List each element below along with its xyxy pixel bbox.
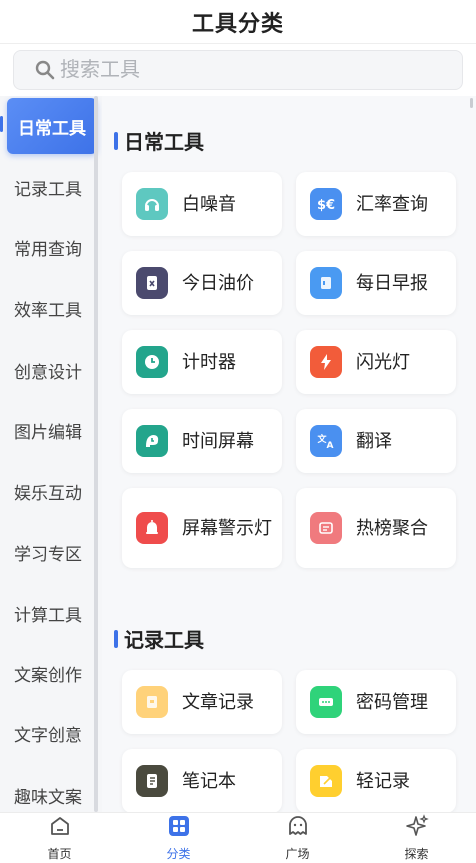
tool-card-exchange-rate[interactable]: $€ 汇率查询	[296, 172, 456, 236]
category-sidebar: 日常工具 记录工具 常用查询 效率工具 创意设计 图片编辑 娱乐互动 学习专区 …	[0, 96, 102, 812]
sidebar-item-text-creative[interactable]: 文字创意	[0, 705, 96, 761]
category-grid-icon	[167, 814, 191, 843]
sidebar-item-label: 记录工具	[14, 179, 82, 199]
tool-label: 文章记录	[182, 692, 254, 712]
flash-icon	[310, 346, 342, 378]
tool-card-white-noise[interactable]: 白噪音	[122, 172, 282, 236]
tab-label: 分类	[166, 847, 191, 861]
sidebar-item-label: 日常工具	[18, 118, 86, 138]
tab-category[interactable]: 分类	[119, 813, 238, 863]
section-accent-bar	[114, 131, 118, 150]
tab-square[interactable]: 广场	[238, 813, 357, 863]
tool-card-time-screen[interactable]: 时间屏幕	[122, 409, 282, 473]
tool-card-oil-price[interactable]: 今日油价	[122, 251, 282, 315]
tool-label: 时间屏幕	[182, 431, 254, 451]
sidebar-item-efficiency-tools[interactable]: 效率工具	[0, 280, 96, 336]
translate-icon: 文A	[310, 425, 342, 457]
bottom-tab-bar: 首页 分类 广场 探索	[0, 812, 476, 863]
tool-card-timer[interactable]: 计时器	[122, 330, 282, 394]
fuel-icon	[136, 267, 168, 299]
tab-label: 探索	[404, 847, 429, 861]
section-title-record: 记录工具	[114, 624, 204, 653]
tool-card-screen-alert[interactable]: 屏幕警示灯	[122, 488, 282, 568]
svg-text:A: A	[327, 441, 334, 451]
sidebar-item-label: 娱乐互动	[14, 483, 82, 503]
search-icon	[34, 59, 56, 81]
tool-label: 计时器	[182, 352, 236, 372]
light-note-icon	[310, 765, 342, 797]
sidebar-item-calculator-tools[interactable]: 计算工具	[0, 585, 96, 641]
newspaper-icon	[310, 267, 342, 299]
sidebar-item-label: 计算工具	[14, 605, 82, 625]
sidebar-scrollbar[interactable]	[94, 96, 98, 812]
clock-icon	[136, 346, 168, 378]
sidebar-item-entertainment[interactable]: 娱乐互动	[0, 463, 96, 519]
sidebar-item-label: 文案创作	[14, 665, 82, 685]
tool-card-light-note[interactable]: 轻记录	[296, 749, 456, 812]
tool-card-hot-list[interactable]: 热榜聚合	[296, 488, 456, 568]
sidebar-item-image-edit[interactable]: 图片编辑	[0, 402, 96, 458]
content-scrollbar[interactable]	[470, 98, 473, 108]
sidebar-item-label: 创意设计	[14, 362, 82, 382]
tool-label: 轻记录	[356, 771, 410, 791]
tool-card-daily-news[interactable]: 每日早报	[296, 251, 456, 315]
tab-home[interactable]: 首页	[0, 813, 119, 863]
headphones-icon	[136, 188, 168, 220]
tool-label: 密码管理	[356, 692, 428, 712]
sidebar-item-copywriting[interactable]: 文案创作	[0, 645, 96, 701]
tool-label: 每日早报	[356, 273, 428, 293]
sidebar-item-label: 文字创意	[14, 725, 82, 745]
sidebar-item-study-zone[interactable]: 学习专区	[0, 524, 96, 580]
svg-text:$€: $€	[317, 198, 335, 213]
hot-list-icon	[310, 512, 342, 544]
notebook-icon	[136, 765, 168, 797]
sidebar-item-fun-copy[interactable]: 趣味文案	[0, 767, 96, 812]
password-icon	[310, 686, 342, 718]
currency-icon: $€	[310, 188, 342, 220]
sidebar-item-common-query[interactable]: 常用查询	[0, 219, 96, 275]
home-icon	[48, 814, 72, 843]
tool-card-article-record[interactable]: 文章记录	[122, 670, 282, 734]
time-screen-icon	[136, 425, 168, 457]
tool-label: 今日油价	[182, 273, 254, 293]
tab-explore[interactable]: 探索	[357, 813, 476, 863]
article-icon	[136, 686, 168, 718]
section-accent-bar	[114, 629, 118, 648]
tool-card-notebook[interactable]: 笔记本	[122, 749, 282, 812]
page-title: 工具分类	[191, 10, 284, 36]
section-title-daily: 日常工具	[114, 126, 204, 155]
sidebar-item-label: 常用查询	[14, 239, 82, 259]
tool-label: 翻译	[356, 431, 392, 451]
sidebar-item-label: 学习专区	[14, 544, 82, 564]
tool-label: 屏幕警示灯	[182, 518, 272, 538]
sidebar-item-label: 图片编辑	[14, 422, 82, 442]
ghost-icon	[286, 814, 310, 843]
sidebar-item-record-tools[interactable]: 记录工具	[0, 159, 96, 215]
sidebar-item-creative-design[interactable]: 创意设计	[0, 342, 96, 398]
tool-label: 白噪音	[182, 194, 236, 214]
tool-label: 汇率查询	[356, 194, 428, 214]
tool-label: 笔记本	[182, 771, 236, 791]
search-bar[interactable]	[13, 50, 463, 90]
tool-list: 日常工具 白噪音 $€ 汇率查询 今日油价 每日早报 计时器 闪光灯 时间屏幕 …	[102, 96, 476, 812]
tool-label: 闪光灯	[356, 352, 410, 372]
sparkle-icon	[405, 814, 429, 843]
search-input[interactable]	[60, 58, 420, 82]
tab-label: 首页	[47, 847, 72, 861]
sidebar-item-label: 效率工具	[14, 300, 82, 320]
tab-label: 广场	[285, 847, 310, 861]
tool-label: 热榜聚合	[356, 518, 428, 538]
tool-card-flashlight[interactable]: 闪光灯	[296, 330, 456, 394]
top-bar: 工具分类	[0, 0, 476, 44]
sidebar-item-daily-tools[interactable]: 日常工具	[7, 98, 97, 154]
search-box[interactable]	[13, 50, 463, 90]
active-indicator	[0, 116, 3, 132]
tool-card-translate[interactable]: 文A 翻译	[296, 409, 456, 473]
tool-card-password-manager[interactable]: 密码管理	[296, 670, 456, 734]
alarm-bell-icon	[136, 512, 168, 544]
sidebar-item-label: 趣味文案	[14, 787, 82, 807]
